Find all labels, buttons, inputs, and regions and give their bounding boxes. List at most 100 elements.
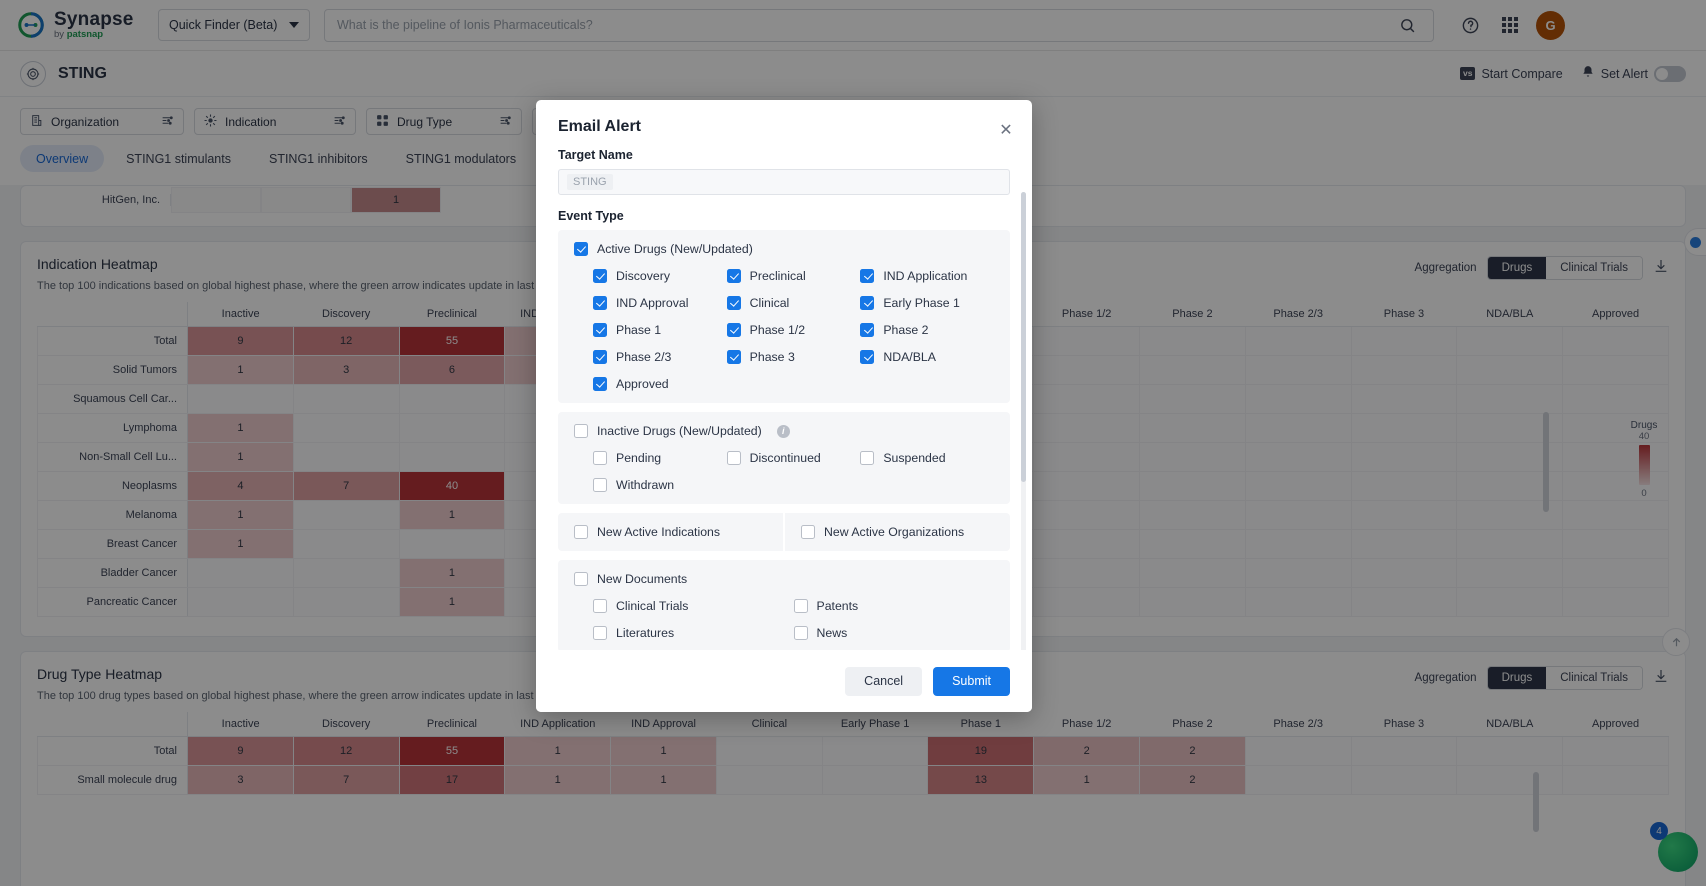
checkbox-label: Early Phase 1 [883, 296, 960, 310]
checkbox-box[interactable] [860, 296, 875, 310]
dialog-title: Email Alert [558, 118, 641, 135]
checkbox-box[interactable] [593, 296, 607, 310]
checkbox-news[interactable]: News [793, 626, 995, 640]
checkbox-box[interactable] [793, 626, 808, 640]
group-active-drugs: Active Drugs (New/Updated) Discovery Pre… [558, 230, 1010, 403]
checkbox-box[interactable] [593, 323, 607, 337]
checkbox-label: Phase 1 [616, 323, 662, 337]
checkbox-label: New Active Indications [597, 525, 721, 539]
checkbox-box[interactable] [860, 350, 875, 364]
checkbox-new-active-organizations[interactable]: New Active Organizations [801, 525, 994, 539]
checkbox-box[interactable] [860, 323, 875, 337]
checkbox-patents[interactable]: Patents [793, 599, 995, 613]
checkbox-box[interactable] [860, 269, 875, 283]
checkbox-phase-1-2[interactable]: Phase 1/2 [726, 323, 861, 337]
checkbox-discontinued[interactable]: Discontinued [726, 451, 861, 465]
checkbox-label: Pending [616, 451, 662, 465]
checkbox-label: Phase 2/3 [616, 350, 672, 364]
checkbox-label: Suspended [883, 451, 946, 465]
submit-button[interactable]: Submit [933, 666, 1010, 696]
checkbox-box[interactable] [860, 451, 875, 465]
checkbox-literatures[interactable]: Literatures [593, 626, 794, 640]
checkbox-box[interactable] [593, 269, 607, 283]
checkbox-box[interactable] [574, 424, 588, 438]
checkbox-preclinical[interactable]: Preclinical [726, 269, 861, 283]
checkbox-label: NDA/BLA [883, 350, 936, 364]
cancel-button[interactable]: Cancel [845, 666, 923, 696]
checkbox-discovery[interactable]: Discovery [593, 269, 727, 283]
checkbox-box[interactable] [593, 478, 607, 492]
checkbox-label: Discontinued [749, 451, 821, 465]
checkbox-label: New Documents [597, 572, 688, 586]
checkbox-label: Phase 1/2 [749, 323, 806, 337]
checkbox-box[interactable] [574, 572, 588, 586]
checkbox-label: Phase 2 [883, 323, 929, 337]
checkbox-new-documents[interactable]: New Documents [574, 572, 994, 586]
checkbox-box[interactable] [726, 269, 741, 283]
checkbox-label: Withdrawn [616, 478, 675, 492]
checkbox-phase-3[interactable]: Phase 3 [726, 350, 861, 364]
new-active-indications-cell: New Active Indications [558, 513, 783, 551]
checkbox-box[interactable] [574, 525, 588, 539]
checkbox-label: Active Drugs (New/Updated) [597, 242, 753, 256]
checkbox-label: News [816, 626, 848, 640]
target-name-tag: STING [567, 174, 613, 190]
new-active-organizations-cell: New Active Organizations [785, 513, 1010, 551]
dialog-header: Email Alert ✕ [536, 100, 1032, 139]
checkbox-box[interactable] [593, 377, 607, 391]
checkbox-box[interactable] [593, 350, 607, 364]
checkbox-label: Clinical Trials [616, 599, 689, 613]
checkbox-label: Patents [816, 599, 859, 613]
checkbox-box[interactable] [726, 323, 741, 337]
group-new-active-pair: New Active Indications New Active Organi… [558, 513, 1010, 551]
checkbox-ind-application[interactable]: IND Application [860, 269, 994, 283]
checkbox-box[interactable] [793, 599, 808, 613]
checkbox-box[interactable] [593, 626, 607, 640]
info-icon[interactable]: i [776, 424, 790, 438]
checkbox-ind-approval[interactable]: IND Approval [593, 296, 727, 310]
dialog-scrollbar-thumb[interactable] [1021, 192, 1026, 482]
checkbox-label: Phase 3 [749, 350, 795, 364]
checkbox-nda-bla[interactable]: NDA/BLA [860, 350, 994, 364]
checkbox-approved[interactable]: Approved [593, 377, 727, 391]
active-drugs-options: Discovery Preclinical IND Application IN… [574, 269, 994, 391]
checkbox-pending[interactable]: Pending [593, 451, 727, 465]
checkbox-box[interactable] [726, 296, 741, 310]
checkbox-phase-1[interactable]: Phase 1 [593, 323, 727, 337]
group-new-documents: New Documents Clinical Trials Patents Li… [558, 560, 1010, 650]
checkbox-inactive-drugs[interactable]: Inactive Drugs (New/Updated) i [574, 424, 994, 438]
checkbox-label: Inactive Drugs (New/Updated) [597, 424, 762, 438]
checkbox-box[interactable] [574, 242, 588, 256]
checkbox-active-drugs[interactable]: Active Drugs (New/Updated) [574, 242, 994, 256]
checkbox-withdrawn[interactable]: Withdrawn [593, 478, 727, 492]
checkbox-label: Clinical [749, 296, 790, 310]
checkbox-box[interactable] [801, 525, 815, 539]
checkbox-label: Preclinical [749, 269, 806, 283]
target-name-label: Target Name [558, 148, 633, 162]
app-root: Synapse by patsnap Quick Finder (Beta) W… [0, 0, 1706, 886]
checkbox-label: Discovery [616, 269, 670, 283]
dialog-footer: Cancel Submit [536, 650, 1032, 712]
checkbox-new-active-indications[interactable]: New Active Indications [574, 525, 767, 539]
checkbox-box[interactable] [593, 599, 607, 613]
checkbox-box[interactable] [726, 350, 741, 364]
checkbox-box[interactable] [726, 451, 741, 465]
checkbox-suspended[interactable]: Suspended [860, 451, 994, 465]
checkbox-early-phase-1[interactable]: Early Phase 1 [860, 296, 994, 310]
checkbox-clinical[interactable]: Clinical [726, 296, 861, 310]
dialog-scrollbar[interactable] [1021, 192, 1026, 650]
dialog-body[interactable]: Target Name STING Event Type Active Drug… [536, 136, 1032, 650]
checkbox-clinical-trials[interactable]: Clinical Trials [593, 599, 794, 613]
checkbox-label: IND Approval [616, 296, 689, 310]
checkbox-phase-2-3[interactable]: Phase 2/3 [593, 350, 727, 364]
checkbox-label: Approved [616, 377, 669, 391]
checkbox-phase-2[interactable]: Phase 2 [860, 323, 994, 337]
checkbox-label: New Active Organizations [824, 525, 965, 539]
inactive-drugs-options: Pending Discontinued Suspended Withdrawn [574, 451, 994, 492]
checkbox-box[interactable] [593, 451, 607, 465]
event-type-label: Event Type [558, 209, 624, 223]
new-documents-options: Clinical Trials Patents Literatures News [574, 599, 994, 640]
checkbox-label: Literatures [616, 626, 675, 640]
checkbox-label: IND Application [883, 269, 968, 283]
email-alert-dialog: Email Alert ✕ Target Name STING Event Ty… [536, 100, 1032, 712]
